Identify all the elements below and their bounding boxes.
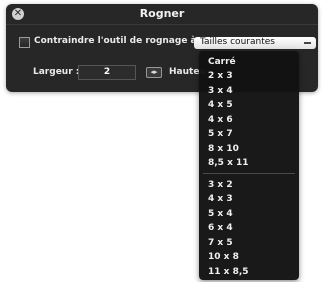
preset-popup-value: Tailles courantes	[200, 37, 275, 47]
menu-item[interactable]: 7 x 5	[208, 237, 233, 250]
menu-item[interactable]: 4 x 5	[208, 99, 233, 112]
menu-item[interactable]: 4 x 3	[208, 193, 233, 206]
menu-item[interactable]: 11 x 8,5	[208, 266, 249, 279]
width-label: Largeur :	[33, 67, 80, 77]
menu-item[interactable]: 6 x 4	[208, 222, 233, 235]
preset-dropdown-menu: Carré 2 x 3 3 x 4 4 x 5 4 x 6 5 x 7 8 x …	[199, 51, 299, 280]
title-bar: ✕ Rogner	[6, 4, 318, 25]
popup-arrows-icon	[304, 42, 311, 44]
menu-item[interactable]: 3 x 2	[208, 179, 233, 192]
menu-item[interactable]: 5 x 7	[208, 128, 233, 141]
menu-item[interactable]: 4 x 6	[208, 114, 233, 127]
swap-dimensions-icon[interactable]: ◂▸	[146, 67, 162, 78]
menu-item[interactable]: 2 x 3	[208, 70, 233, 83]
menu-item[interactable]: 5 x 4	[208, 208, 233, 221]
menu-item[interactable]: 8,5 x 11	[208, 157, 249, 170]
width-field[interactable]: 2	[78, 65, 136, 80]
menu-item[interactable]: 3 x 4	[208, 85, 233, 98]
constrain-label: Contraindre l'outil de rognage à :	[34, 36, 204, 46]
menu-separator	[203, 173, 295, 174]
constrain-checkbox[interactable]	[19, 37, 30, 48]
crop-hud-stage: ✕ Rogner Contraindre l'outil de rognage …	[0, 0, 324, 282]
menu-item[interactable]: 10 x 8	[208, 251, 239, 264]
menu-item[interactable]: 8 x 10	[208, 143, 239, 156]
preset-popup-button[interactable]: Tailles courantes	[194, 37, 316, 49]
window-title: Rogner	[139, 7, 185, 20]
menu-item[interactable]: Carré	[208, 56, 236, 69]
